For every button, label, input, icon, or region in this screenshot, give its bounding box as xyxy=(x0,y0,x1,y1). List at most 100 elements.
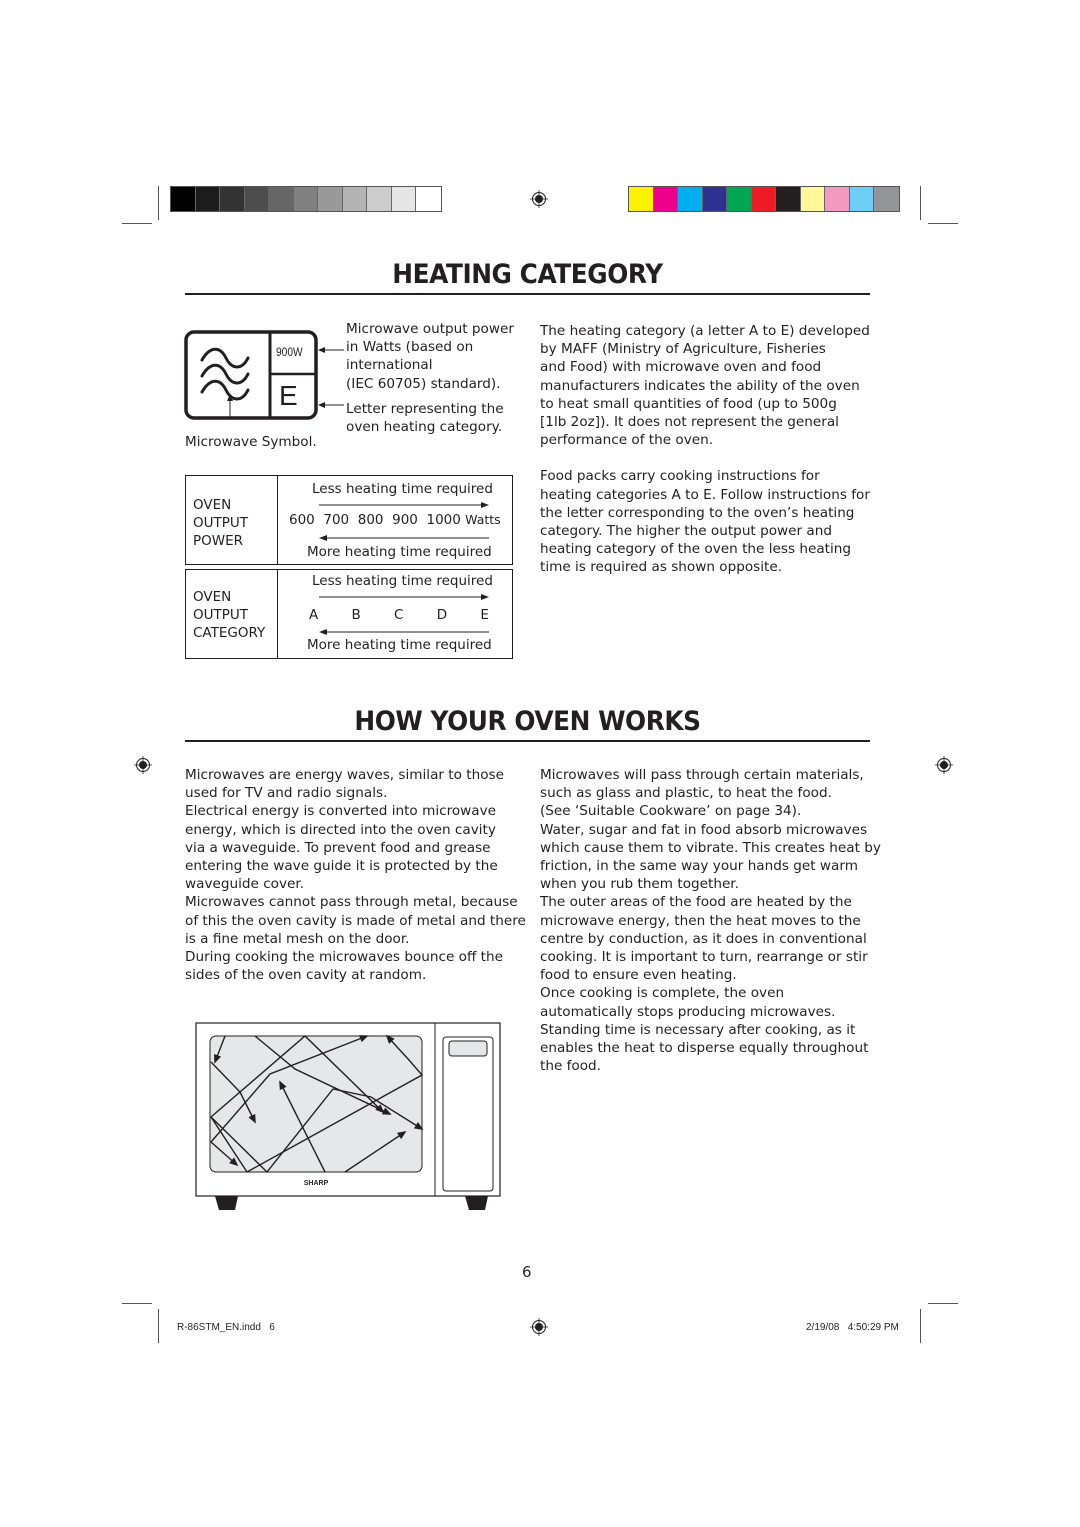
category-letter: E xyxy=(279,380,298,411)
how-oven-works-left-column: Microwaves are energy waves, similar to … xyxy=(185,766,526,984)
color-swatch xyxy=(849,187,874,211)
arrow-left-icon xyxy=(318,402,344,408)
title-rule xyxy=(185,740,870,742)
text-line: enables the heat to disperse equally thr… xyxy=(540,1040,869,1057)
heating-category-description: The heating category (a letter A to E) d… xyxy=(540,323,870,576)
color-swatch xyxy=(342,187,367,211)
crop-mark xyxy=(928,1303,958,1304)
page-number: 6 xyxy=(522,1263,532,1281)
registration-mark-icon xyxy=(530,1318,548,1336)
text-line: automatically stops producing microwaves… xyxy=(540,1003,836,1020)
text-line: such as glass and plastic, to heat the f… xyxy=(540,785,832,802)
text-line: microwave energy, then the heat moves to… xyxy=(540,912,861,929)
text-line: Microwaves will pass through certain mat… xyxy=(540,767,864,783)
color-swatch xyxy=(220,187,245,211)
text-line: cooking. It is important to turn, rearra… xyxy=(540,949,868,966)
foot xyxy=(215,1196,238,1210)
text-line: Electrical energy is converted into micr… xyxy=(185,803,497,820)
text-line: of this the oven cavity is made of metal… xyxy=(185,912,526,929)
text-line: via a waveguide. To prevent food and gre… xyxy=(185,839,491,856)
text-line: when you rub them together. xyxy=(540,876,739,893)
letter-caption: Letter representing the oven heating cat… xyxy=(346,401,504,436)
color-swatch xyxy=(318,187,343,211)
color-swatch xyxy=(800,187,825,211)
arrow-right-icon xyxy=(319,502,489,508)
color-swatch xyxy=(776,187,801,211)
color-swatch xyxy=(825,187,850,211)
text-line: used for TV and radio signals. xyxy=(185,785,388,802)
color-swatch xyxy=(391,187,416,211)
table-label: OVEN OUTPUT POWER xyxy=(193,497,249,549)
heating-category-title: HEATING CATEGORY xyxy=(392,259,663,290)
crop-mark xyxy=(158,186,159,220)
title-rule xyxy=(185,293,870,295)
more-heating-text: More heating time required xyxy=(307,637,492,653)
crop-mark xyxy=(920,186,921,220)
text-line: entering the wave guide it is protected … xyxy=(185,858,498,875)
text-line: (See ‘Suitable Cookware’ on page 34). xyxy=(540,803,802,820)
footer-filename: R-86STM_EN.indd 6 xyxy=(177,1322,275,1333)
text-line: sides of the oven cavity at random. xyxy=(185,967,427,984)
less-heating-text: Less heating time required xyxy=(312,481,493,497)
color-swatch xyxy=(171,187,196,211)
power-caption: Microwave output power in Watts (based o… xyxy=(346,321,514,392)
registration-mark-icon xyxy=(530,190,548,208)
text-line: waveguide cover. xyxy=(185,876,305,893)
text-line: the food. xyxy=(540,1058,601,1075)
color-swatch xyxy=(293,187,318,211)
text-line: During cooking the microwaves bounce off… xyxy=(185,949,503,966)
how-oven-works-right-column: Microwaves will pass through certain mat… xyxy=(540,766,881,1075)
color-swatch xyxy=(653,187,678,211)
text-line: food to ensure even heating. xyxy=(540,967,737,984)
text-line: Microwaves are energy waves, similar to … xyxy=(185,767,504,783)
text-line: Standing time is necessary after cooking… xyxy=(540,1021,856,1038)
crop-mark xyxy=(928,223,958,224)
footer-timestamp: 2/19/08 4:50:29 PM xyxy=(806,1322,899,1333)
display xyxy=(448,1040,488,1057)
arrow-left-icon xyxy=(319,629,489,635)
more-heating-text: More heating time required xyxy=(307,544,492,560)
category-letters: A B C D E xyxy=(309,607,489,623)
less-heating-text: Less heating time required xyxy=(312,573,493,589)
output-category-table: OVEN OUTPUT CATEGORY Less heating time r… xyxy=(185,569,513,659)
text-line: centre by conduction, as it does in conv… xyxy=(540,930,867,947)
microwave-oven-illustration: SHARP xyxy=(195,1022,501,1210)
color-swatch xyxy=(727,187,752,211)
text-line: Once cooking is complete, the oven xyxy=(540,985,785,1002)
brand-logo: SHARP xyxy=(304,1180,329,1187)
color-swatch xyxy=(269,187,294,211)
color-swatch xyxy=(244,187,269,211)
process-color-bar xyxy=(628,186,900,212)
arrow-left-icon xyxy=(318,347,344,353)
microwave-symbol xyxy=(184,330,318,420)
crop-mark xyxy=(122,1303,152,1304)
color-swatch xyxy=(702,187,727,211)
color-swatch xyxy=(751,187,776,211)
color-swatch xyxy=(874,187,899,211)
symbol-caption: Microwave Symbol. xyxy=(185,434,317,450)
watt-values: 600 700 800 900 1000 Watts xyxy=(289,512,501,528)
color-swatch xyxy=(678,187,703,211)
color-swatch xyxy=(629,187,654,211)
text-line: energy, which is directed into the oven … xyxy=(185,821,496,838)
color-swatch xyxy=(416,187,441,211)
how-oven-works-title: HOW YOUR OVEN WORKS xyxy=(354,706,701,737)
output-power-table: OVEN OUTPUT POWER Less heating time requ… xyxy=(185,475,513,565)
text-line: friction, in the same way your hands get… xyxy=(540,858,858,875)
text-line: is a fine metal mesh on the door. xyxy=(185,930,410,947)
control-panel xyxy=(442,1036,494,1192)
grayscale-color-bar xyxy=(170,186,442,212)
arrow-right-icon xyxy=(319,594,489,600)
foot xyxy=(465,1196,488,1210)
arrow-left-icon xyxy=(319,535,489,541)
text-line: which cause them to vibrate. This create… xyxy=(540,839,881,856)
crop-mark xyxy=(920,1309,921,1343)
crop-mark xyxy=(158,1309,159,1343)
table-label: OVEN OUTPUT CATEGORY xyxy=(193,589,266,641)
text-line: The outer areas of the food are heated b… xyxy=(540,894,852,911)
text-line: Water, sugar and fat in food absorb micr… xyxy=(540,821,868,838)
power-value-label: 900W xyxy=(276,345,303,359)
registration-mark-icon xyxy=(134,756,152,774)
color-swatch xyxy=(367,187,392,211)
color-swatch xyxy=(195,187,220,211)
